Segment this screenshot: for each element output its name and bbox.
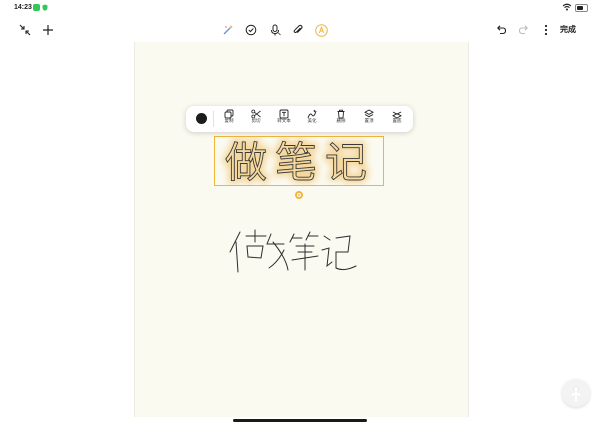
wifi-icon bbox=[562, 3, 572, 13]
convert-text-button[interactable]: 转文本 bbox=[272, 109, 296, 131]
text-convert-icon bbox=[279, 109, 289, 119]
more-icon[interactable] bbox=[540, 20, 552, 40]
attachment-icon[interactable] bbox=[290, 20, 306, 40]
delete-label: 删除 bbox=[336, 119, 346, 124]
beautify-icon bbox=[307, 109, 317, 119]
copy-button[interactable]: 复制 bbox=[217, 109, 241, 131]
collapse-icon[interactable] bbox=[16, 20, 34, 40]
add-icon[interactable] bbox=[39, 20, 57, 40]
rotate-handle[interactable] bbox=[295, 191, 303, 199]
bring-front-label: 置顶 bbox=[364, 119, 374, 124]
bring-front-icon bbox=[364, 109, 374, 118]
battery-icon bbox=[575, 4, 588, 12]
redo-icon[interactable] bbox=[516, 20, 532, 40]
shield-icon bbox=[42, 4, 48, 11]
selected-handwriting[interactable]: 做笔记 做笔记 bbox=[215, 137, 385, 185]
checklist-icon[interactable] bbox=[243, 20, 259, 40]
convert-text-label: 转文本 bbox=[277, 119, 291, 124]
delete-button[interactable]: 删除 bbox=[329, 109, 353, 131]
selected-text: 做笔记 bbox=[225, 138, 375, 185]
handwriting-sketch[interactable] bbox=[226, 222, 366, 278]
status-time: 14:23 bbox=[14, 4, 32, 11]
selection-context-menu: 复制 剪切 转文本 美化 删除 置顶 置底 bbox=[186, 106, 413, 132]
beautify-button[interactable]: 美化 bbox=[300, 109, 324, 131]
magic-pen-icon[interactable] bbox=[220, 20, 236, 40]
scissors-icon bbox=[251, 109, 261, 119]
color-swatch[interactable] bbox=[196, 113, 207, 124]
send-back-button[interactable]: 置底 bbox=[385, 109, 409, 131]
delete-icon bbox=[337, 109, 345, 119]
bring-front-button[interactable]: 置顶 bbox=[357, 109, 381, 131]
home-indicator[interactable] bbox=[233, 419, 367, 422]
copy-label: 复制 bbox=[224, 119, 234, 124]
done-button[interactable]: 完成 bbox=[560, 24, 576, 35]
assistant-button[interactable] bbox=[562, 379, 590, 407]
menu-divider bbox=[213, 111, 214, 127]
green-indicator-icon bbox=[33, 4, 40, 11]
send-back-label: 置底 bbox=[392, 119, 402, 124]
undo-icon[interactable] bbox=[493, 20, 509, 40]
beautify-label: 美化 bbox=[307, 119, 317, 124]
copy-icon bbox=[224, 109, 234, 119]
pen-mode-icon[interactable] bbox=[313, 20, 329, 40]
cut-label: 剪切 bbox=[251, 119, 261, 124]
status-bar: 14:23 bbox=[0, 0, 600, 16]
assistant-icon bbox=[571, 386, 581, 402]
send-back-icon bbox=[392, 111, 402, 119]
microphone-icon[interactable] bbox=[267, 20, 283, 40]
cut-button[interactable]: 剪切 bbox=[244, 109, 268, 131]
